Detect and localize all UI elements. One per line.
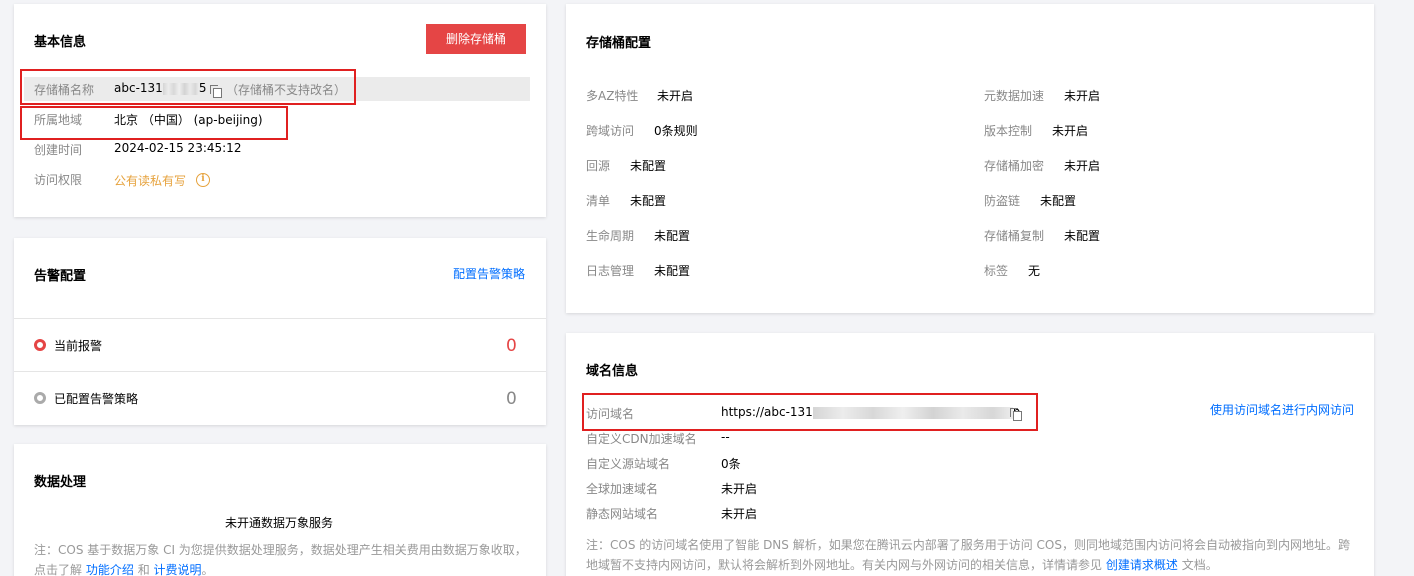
note-end: 文档。 [1181, 558, 1218, 572]
billing-link[interactable]: 计费说明 [154, 563, 202, 576]
alarm-title: 告警配置 [34, 269, 87, 284]
config-label-multi-az: 多AZ特性 [586, 89, 639, 103]
highlight-box-bucket-name [20, 69, 356, 105]
origin-domain-value[interactable]: 0条 [721, 455, 741, 472]
current-alarm-label[interactable]: 当前报警 [54, 337, 102, 354]
info-icon[interactable]: i [196, 173, 210, 187]
config-value-replication[interactable]: 未配置 [1064, 227, 1100, 244]
config-label-logging: 日志管理 [586, 264, 635, 278]
delete-bucket-button[interactable]: 删除存储桶 [426, 24, 526, 54]
current-alarm-count: 0 [506, 336, 517, 356]
config-value-hotlink[interactable]: 未配置 [1040, 192, 1076, 209]
domain-info-title: 域名信息 [586, 364, 639, 379]
config-value-cors[interactable]: 0条规则 [654, 122, 698, 139]
static-website-value[interactable]: 未开启 [721, 505, 757, 522]
config-label-tags: 标签 [984, 264, 1009, 278]
config-value-encryption[interactable]: 未开启 [1064, 157, 1100, 174]
feature-intro-link[interactable]: 功能介绍 [86, 563, 134, 576]
data-processing-note-line1: 注：COS 基于数据万象 CI 为您提供数据处理服务，数据处理产生相关费用由数据… [34, 543, 527, 557]
config-label-hotlink: 防盗链 [984, 194, 1021, 208]
config-value-versioning[interactable]: 未开启 [1052, 122, 1088, 139]
domain-info-card: 域名信息 使用访问域名进行内网访问 访问域名 https://abc-131 n … [566, 333, 1374, 576]
configured-policy-count: 0 [506, 389, 517, 409]
config-value-lifecycle[interactable]: 未配置 [654, 227, 690, 244]
divider [14, 371, 546, 372]
config-alarm-link[interactable]: 配置告警策略 [453, 265, 525, 282]
global-accel-label: 全球加速域名 [586, 482, 659, 496]
config-label-replication: 存储桶复制 [984, 229, 1045, 243]
config-label-origin: 回源 [586, 159, 611, 173]
config-label-inventory: 清单 [586, 194, 611, 208]
highlight-box-access-domain [582, 393, 1038, 431]
created-label: 创建时间 [34, 143, 83, 157]
access-value: 公有读私有写 [114, 174, 187, 188]
divider [14, 318, 546, 319]
cdn-domain-value: -- [721, 430, 730, 444]
config-value-logging[interactable]: 未配置 [654, 262, 690, 279]
config-label-cors: 跨域访问 [586, 124, 635, 138]
config-value-inventory[interactable]: 未配置 [630, 192, 666, 209]
config-label-versioning: 版本控制 [984, 124, 1033, 138]
note-period: 。 [201, 563, 214, 576]
alarm-card: 告警配置 配置告警策略 当前报警 0 已配置告警策略 0 [14, 238, 546, 425]
configured-policy-label[interactable]: 已配置告警策略 [54, 390, 138, 407]
created-value: 2024-02-15 23:45:12 [114, 141, 242, 155]
data-processing-card: 数据处理 未开通数据万象服务 注：COS 基于数据万象 CI 为您提供数据处理服… [14, 444, 546, 576]
note-prefix: 点击了解 [34, 563, 83, 576]
basic-info-title: 基本信息 [34, 35, 87, 50]
config-label-lifecycle: 生命周期 [586, 229, 635, 243]
data-processing-title: 数据处理 [34, 475, 87, 490]
static-website-label: 静态网站域名 [586, 507, 659, 521]
note-and: 和 [137, 563, 150, 576]
data-processing-status: 未开通数据万象服务 [225, 516, 334, 530]
config-label-encryption: 存储桶加密 [984, 159, 1045, 173]
global-accel-value[interactable]: 未开启 [721, 480, 757, 497]
config-value-metadata-accel: 未开启 [1064, 89, 1101, 103]
cdn-domain-label: 自定义CDN加速域名 [586, 432, 697, 446]
origin-domain-label: 自定义源站域名 [586, 457, 671, 471]
bucket-config-title: 存储桶配置 [586, 36, 652, 51]
domain-note-line2: 地域暂不支持内网访问，默认将会解析到外网地址。有关内网与外网访问的相关信息，详情… [586, 555, 1218, 575]
intranet-access-link[interactable]: 使用访问域名进行内网访问 [1210, 401, 1354, 418]
config-value-tags[interactable]: 无 [1028, 262, 1040, 279]
access-label: 访问权限 [34, 173, 83, 187]
config-label-metadata-accel: 元数据加速 [984, 89, 1045, 103]
note-text: 地域暂不支持内网访问，默认将会解析到外网地址。有关内网与外网访问的相关信息，详情… [586, 558, 1103, 572]
config-value-origin[interactable]: 未配置 [630, 157, 666, 174]
config-value-multi-az: 未开启 [657, 89, 694, 103]
configured-policy-radio-icon [34, 392, 46, 404]
highlight-box-region [20, 106, 288, 140]
domain-note-line1: 注：COS 的访问域名使用了智能 DNS 解析，如果您在腾讯云内部署了服务用于访… [586, 538, 1350, 552]
request-overview-link[interactable]: 创建请求概述 [1106, 558, 1178, 572]
bucket-config-card: 存储桶配置 多AZ特性 未开启 跨域访问 0条规则 回源 未配置 清单 未配置 … [566, 4, 1374, 313]
current-alarm-radio-icon [34, 339, 46, 351]
data-processing-note-line2: 点击了解 功能介绍 和 计费说明。 [34, 560, 214, 576]
